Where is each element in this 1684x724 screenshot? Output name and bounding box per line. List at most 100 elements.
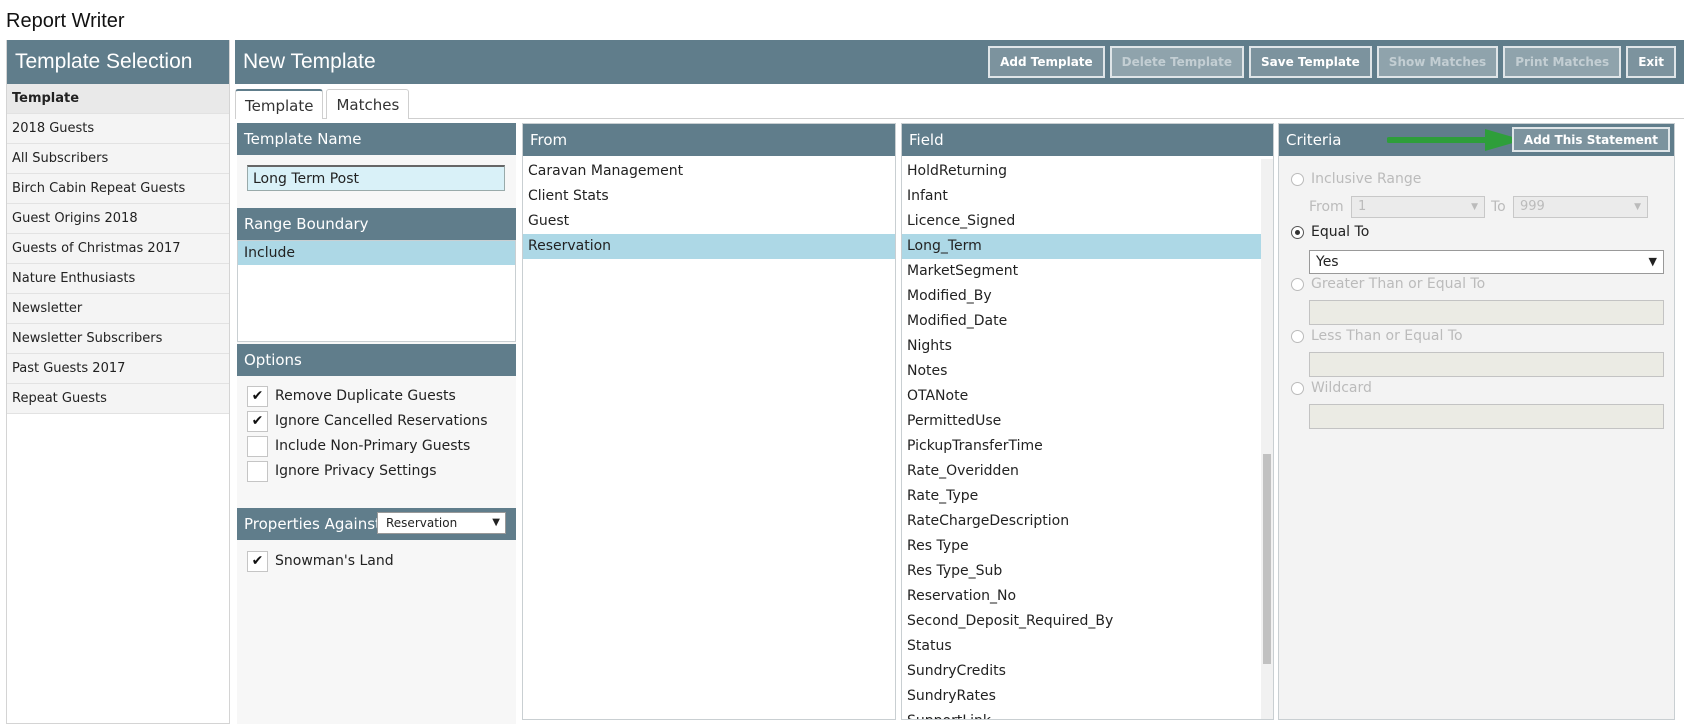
equal-to-label: Equal To [1311, 224, 1370, 240]
properties-against-header: Properties Against Reservation ▼ [237, 508, 516, 540]
field-item-selected[interactable]: Long_Term [902, 234, 1261, 259]
from-item-reservation[interactable]: Reservation [523, 234, 895, 259]
range-boundary-include[interactable]: Include [238, 241, 515, 265]
equal-to-select[interactable]: Yes ▼ [1309, 250, 1664, 274]
wildcard-input[interactable] [1309, 404, 1664, 429]
sidebar-item-2018-guests[interactable]: 2018 Guests [7, 114, 229, 144]
field-scrollbar-thumb[interactable] [1263, 454, 1271, 664]
field-scrollbar[interactable] [1261, 159, 1273, 719]
page-title: New Template [243, 50, 376, 73]
template-sidebar: Template Selection Template 2018 Guests … [6, 40, 230, 724]
option-include-non-primary[interactable]: Include Non-Primary Guests [247, 435, 470, 457]
add-template-button[interactable]: Add Template [988, 46, 1105, 78]
properties-against-label: Properties Against [244, 515, 381, 533]
sidebar-item-birch-cabin[interactable]: Birch Cabin Repeat Guests [7, 174, 229, 204]
field-item[interactable]: MarketSegment [902, 259, 1261, 284]
from-panel: From Caravan Management Client Stats Gue… [522, 123, 896, 720]
app-title: Report Writer [6, 10, 125, 32]
sidebar-item-all-subscribers[interactable]: All Subscribers [7, 144, 229, 174]
properties-against-select[interactable]: Reservation ▼ [377, 512, 506, 534]
checkbox-empty-icon[interactable] [247, 435, 268, 457]
gte-input[interactable] [1309, 300, 1664, 325]
template-name-input[interactable] [247, 165, 505, 191]
option-label: Remove Duplicate Guests [275, 388, 456, 404]
save-template-button[interactable]: Save Template [1249, 46, 1372, 78]
tab-template[interactable]: Template [235, 89, 324, 119]
radio-icon[interactable] [1291, 172, 1304, 186]
checkbox-empty-icon[interactable] [247, 460, 268, 482]
radio-icon[interactable] [1291, 329, 1304, 343]
field-item[interactable]: Rate_Type [902, 484, 1261, 509]
field-header: Field [902, 124, 1273, 156]
exit-button[interactable]: Exit [1626, 46, 1676, 78]
criteria-inclusive-range[interactable]: Inclusive Range [1291, 169, 1421, 189]
field-item[interactable]: Licence_Signed [902, 209, 1261, 234]
toolbar: Add Template Delete Template Save Templa… [988, 46, 1676, 78]
field-item[interactable]: Infant [902, 184, 1261, 209]
criteria-title: Criteria [1286, 131, 1342, 149]
field-item[interactable]: Reservation_No [902, 584, 1261, 609]
delete-template-button[interactable]: Delete Template [1109, 46, 1244, 78]
option-ignore-cancelled[interactable]: ✔ Ignore Cancelled Reservations [247, 410, 488, 432]
from-item-caravan[interactable]: Caravan Management [523, 159, 895, 184]
sidebar-item-repeat-guests[interactable]: Repeat Guests [7, 384, 229, 414]
range-boundary-header: Range Boundary [237, 208, 516, 240]
radio-icon[interactable] [1291, 277, 1304, 291]
sidebar-item-past-guests[interactable]: Past Guests 2017 [7, 354, 229, 384]
range-to-select[interactable]: 999 ▼ [1513, 196, 1648, 218]
option-ignore-privacy[interactable]: Ignore Privacy Settings [247, 460, 437, 482]
sidebar-item-newsletter[interactable]: Newsletter [7, 294, 229, 324]
field-item[interactable]: SundryCredits [902, 659, 1261, 684]
field-item[interactable]: SundryRates [902, 684, 1261, 709]
property-snowmans-land[interactable]: ✔ Snowman's Land [247, 550, 394, 572]
checkbox-checked-icon[interactable]: ✔ [247, 385, 268, 407]
radio-selected-icon[interactable] [1291, 225, 1304, 239]
add-this-statement-button[interactable]: Add This Statement [1511, 127, 1670, 152]
checkbox-checked-icon[interactable]: ✔ [247, 410, 268, 432]
criteria-wildcard[interactable]: Wildcard [1291, 378, 1372, 398]
print-matches-button[interactable]: Print Matches [1503, 46, 1622, 78]
field-item[interactable]: Res Type [902, 534, 1261, 559]
field-item[interactable]: Status [902, 634, 1261, 659]
option-remove-duplicates[interactable]: ✔ Remove Duplicate Guests [247, 385, 456, 407]
lte-input[interactable] [1309, 352, 1664, 377]
field-item[interactable]: Modified_By [902, 284, 1261, 309]
from-header: From [523, 124, 895, 156]
field-item[interactable]: Modified_Date [902, 309, 1261, 334]
sidebar-item-newsletter-subscribers[interactable]: Newsletter Subscribers [7, 324, 229, 354]
show-matches-button[interactable]: Show Matches [1376, 46, 1499, 78]
from-list: Caravan Management Client Stats Guest Re… [523, 159, 895, 719]
sidebar-item-christmas[interactable]: Guests of Christmas 2017 [7, 234, 229, 264]
sidebar-item-template[interactable]: Template [7, 84, 229, 114]
checkbox-checked-icon[interactable]: ✔ [247, 550, 268, 572]
from-item-guest[interactable]: Guest [523, 209, 895, 234]
field-item[interactable]: RateChargeDescription [902, 509, 1261, 534]
field-item[interactable]: Second_Deposit_Required_By [902, 609, 1261, 634]
to-label: To [1491, 199, 1506, 215]
option-label: Include Non-Primary Guests [275, 438, 471, 454]
field-item[interactable]: PickupTransferTime [902, 434, 1261, 459]
criteria-lte[interactable]: Less Than or Equal To [1291, 326, 1463, 346]
from-item-client-stats[interactable]: Client Stats [523, 184, 895, 209]
range-from-value: 1 [1358, 199, 1367, 214]
radio-icon[interactable] [1291, 381, 1304, 395]
properties-against-value: Reservation [386, 516, 458, 530]
option-label: Ignore Privacy Settings [275, 463, 437, 479]
option-label: Ignore Cancelled Reservations [275, 413, 488, 429]
field-item[interactable]: Res Type_Sub [902, 559, 1261, 584]
field-item[interactable]: SupportLink [902, 709, 1261, 719]
criteria-equal-to[interactable]: Equal To [1291, 222, 1369, 242]
criteria-gte[interactable]: Greater Than or Equal To [1291, 274, 1485, 294]
sidebar-item-nature[interactable]: Nature Enthusiasts [7, 264, 229, 294]
tab-matches[interactable]: Matches [326, 89, 410, 119]
chevron-down-icon: ▼ [492, 517, 500, 528]
field-item[interactable]: HoldReturning [902, 159, 1261, 184]
field-item[interactable]: Rate_Overidden [902, 459, 1261, 484]
range-boundary-list[interactable]: Include [237, 240, 516, 342]
range-from-select[interactable]: 1 ▼ [1351, 196, 1485, 218]
field-item[interactable]: Notes [902, 359, 1261, 384]
sidebar-item-guest-origins[interactable]: Guest Origins 2018 [7, 204, 229, 234]
field-item[interactable]: Nights [902, 334, 1261, 359]
field-item[interactable]: OTANote [902, 384, 1261, 409]
field-item[interactable]: PermittedUse [902, 409, 1261, 434]
